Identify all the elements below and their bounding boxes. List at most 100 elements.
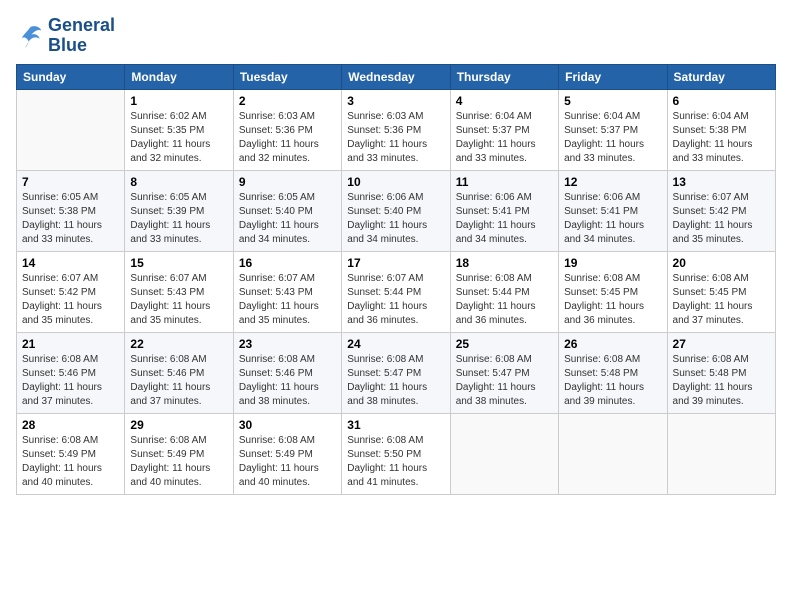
day-info: Sunrise: 6:08 AMSunset: 5:47 PMDaylight:…: [347, 353, 444, 409]
calendar-table: SundayMondayTuesdayWednesdayThursdayFrid…: [16, 64, 776, 495]
day-number: 21: [22, 337, 119, 351]
calendar-cell: 6 Sunrise: 6:04 AMSunset: 5:38 PMDaylight…: [667, 89, 775, 170]
day-info: Sunrise: 6:05 AMSunset: 5:39 PMDaylight:…: [130, 191, 227, 247]
calendar-cell: 31 Sunrise: 6:08 AMSunset: 5:50 PMDayligh…: [342, 413, 450, 494]
day-number: 12: [564, 175, 661, 189]
day-number: 6: [673, 94, 770, 108]
calendar-cell: 1 Sunrise: 6:02 AMSunset: 5:35 PMDaylight…: [125, 89, 233, 170]
calendar-cell: 29 Sunrise: 6:08 AMSunset: 5:49 PMDayligh…: [125, 413, 233, 494]
day-info: Sunrise: 6:07 AMSunset: 5:43 PMDaylight:…: [239, 272, 336, 328]
day-number: 15: [130, 256, 227, 270]
day-number: 18: [456, 256, 553, 270]
weekday-header-thursday: Thursday: [450, 64, 558, 89]
day-number: 1: [130, 94, 227, 108]
day-number: 20: [673, 256, 770, 270]
calendar-cell: [17, 89, 125, 170]
calendar-cell: 22 Sunrise: 6:08 AMSunset: 5:46 PMDayligh…: [125, 332, 233, 413]
calendar-cell: 28 Sunrise: 6:08 AMSunset: 5:49 PMDayligh…: [17, 413, 125, 494]
calendar-week-row: 28 Sunrise: 6:08 AMSunset: 5:49 PMDayligh…: [17, 413, 776, 494]
day-number: 28: [22, 418, 119, 432]
calendar-week-row: 21 Sunrise: 6:08 AMSunset: 5:46 PMDayligh…: [17, 332, 776, 413]
day-info: Sunrise: 6:08 AMSunset: 5:45 PMDaylight:…: [564, 272, 661, 328]
day-number: 2: [239, 94, 336, 108]
day-number: 4: [456, 94, 553, 108]
day-number: 7: [22, 175, 119, 189]
day-number: 31: [347, 418, 444, 432]
day-info: Sunrise: 6:08 AMSunset: 5:48 PMDaylight:…: [673, 353, 770, 409]
day-number: 17: [347, 256, 444, 270]
calendar-cell: [667, 413, 775, 494]
day-number: 9: [239, 175, 336, 189]
weekday-header-wednesday: Wednesday: [342, 64, 450, 89]
day-number: 5: [564, 94, 661, 108]
calendar-cell: 12 Sunrise: 6:06 AMSunset: 5:41 PMDayligh…: [559, 170, 667, 251]
day-info: Sunrise: 6:06 AMSunset: 5:41 PMDaylight:…: [456, 191, 553, 247]
day-number: 11: [456, 175, 553, 189]
day-info: Sunrise: 6:04 AMSunset: 5:38 PMDaylight:…: [673, 110, 770, 166]
calendar-cell: 4 Sunrise: 6:04 AMSunset: 5:37 PMDaylight…: [450, 89, 558, 170]
day-number: 14: [22, 256, 119, 270]
day-info: Sunrise: 6:07 AMSunset: 5:43 PMDaylight:…: [130, 272, 227, 328]
day-info: Sunrise: 6:08 AMSunset: 5:49 PMDaylight:…: [22, 434, 119, 490]
day-info: Sunrise: 6:08 AMSunset: 5:46 PMDaylight:…: [22, 353, 119, 409]
calendar-cell: 26 Sunrise: 6:08 AMSunset: 5:48 PMDayligh…: [559, 332, 667, 413]
calendar-week-row: 1 Sunrise: 6:02 AMSunset: 5:35 PMDaylight…: [17, 89, 776, 170]
calendar-cell: [559, 413, 667, 494]
day-info: Sunrise: 6:03 AMSunset: 5:36 PMDaylight:…: [347, 110, 444, 166]
calendar-cell: 27 Sunrise: 6:08 AMSunset: 5:48 PMDayligh…: [667, 332, 775, 413]
calendar-cell: 15 Sunrise: 6:07 AMSunset: 5:43 PMDayligh…: [125, 251, 233, 332]
weekday-header-row: SundayMondayTuesdayWednesdayThursdayFrid…: [17, 64, 776, 89]
day-info: Sunrise: 6:06 AMSunset: 5:40 PMDaylight:…: [347, 191, 444, 247]
calendar-cell: 5 Sunrise: 6:04 AMSunset: 5:37 PMDaylight…: [559, 89, 667, 170]
day-info: Sunrise: 6:04 AMSunset: 5:37 PMDaylight:…: [456, 110, 553, 166]
day-number: 29: [130, 418, 227, 432]
calendar-cell: 8Sunrise: 6:05 AMSunset: 5:39 PMDaylight…: [125, 170, 233, 251]
day-info: Sunrise: 6:05 AMSunset: 5:40 PMDaylight:…: [239, 191, 336, 247]
weekday-header-sunday: Sunday: [17, 64, 125, 89]
calendar-cell: 30Sunrise: 6:08 AMSunset: 5:49 PMDayligh…: [233, 413, 341, 494]
day-info: Sunrise: 6:02 AMSunset: 5:35 PMDaylight:…: [130, 110, 227, 166]
weekday-header-friday: Friday: [559, 64, 667, 89]
day-info: Sunrise: 6:08 AMSunset: 5:47 PMDaylight:…: [456, 353, 553, 409]
calendar-cell: 25 Sunrise: 6:08 AMSunset: 5:47 PMDayligh…: [450, 332, 558, 413]
day-number: 23: [239, 337, 336, 351]
day-info: Sunrise: 6:08 AMSunset: 5:46 PMDaylight:…: [130, 353, 227, 409]
weekday-header-tuesday: Tuesday: [233, 64, 341, 89]
calendar-cell: 20 Sunrise: 6:08 AMSunset: 5:45 PMDayligh…: [667, 251, 775, 332]
calendar-cell: 7Sunrise: 6:05 AMSunset: 5:38 PMDaylight…: [17, 170, 125, 251]
calendar-cell: 10 Sunrise: 6:06 AMSunset: 5:40 PMDayligh…: [342, 170, 450, 251]
calendar-cell: [450, 413, 558, 494]
day-number: 26: [564, 337, 661, 351]
day-info: Sunrise: 6:08 AMSunset: 5:50 PMDaylight:…: [347, 434, 444, 490]
day-number: 13: [673, 175, 770, 189]
day-info: Sunrise: 6:03 AMSunset: 5:36 PMDaylight:…: [239, 110, 336, 166]
calendar-cell: 24 Sunrise: 6:08 AMSunset: 5:47 PMDayligh…: [342, 332, 450, 413]
day-number: 24: [347, 337, 444, 351]
calendar-cell: 9 Sunrise: 6:05 AMSunset: 5:40 PMDaylight…: [233, 170, 341, 251]
calendar-cell: 16 Sunrise: 6:07 AMSunset: 5:43 PMDayligh…: [233, 251, 341, 332]
calendar-cell: 11 Sunrise: 6:06 AMSunset: 5:41 PMDayligh…: [450, 170, 558, 251]
day-number: 19: [564, 256, 661, 270]
logo-text: General Blue: [48, 16, 115, 56]
calendar-cell: 18Sunrise: 6:08 AMSunset: 5:44 PMDayligh…: [450, 251, 558, 332]
calendar-week-row: 7Sunrise: 6:05 AMSunset: 5:38 PMDaylight…: [17, 170, 776, 251]
day-info: Sunrise: 6:07 AMSunset: 5:42 PMDaylight:…: [22, 272, 119, 328]
logo-icon: [16, 22, 44, 50]
day-info: Sunrise: 6:06 AMSunset: 5:41 PMDaylight:…: [564, 191, 661, 247]
day-info: Sunrise: 6:08 AMSunset: 5:45 PMDaylight:…: [673, 272, 770, 328]
day-number: 22: [130, 337, 227, 351]
weekday-header-saturday: Saturday: [667, 64, 775, 89]
day-info: Sunrise: 6:08 AMSunset: 5:48 PMDaylight:…: [564, 353, 661, 409]
day-number: 25: [456, 337, 553, 351]
day-info: Sunrise: 6:04 AMSunset: 5:37 PMDaylight:…: [564, 110, 661, 166]
day-info: Sunrise: 6:08 AMSunset: 5:49 PMDaylight:…: [130, 434, 227, 490]
calendar-week-row: 14 Sunrise: 6:07 AMSunset: 5:42 PMDayligh…: [17, 251, 776, 332]
calendar-cell: 14 Sunrise: 6:07 AMSunset: 5:42 PMDayligh…: [17, 251, 125, 332]
day-number: 27: [673, 337, 770, 351]
day-info: Sunrise: 6:07 AMSunset: 5:42 PMDaylight:…: [673, 191, 770, 247]
day-info: Sunrise: 6:07 AMSunset: 5:44 PMDaylight:…: [347, 272, 444, 328]
logo: General Blue: [16, 16, 115, 56]
day-number: 10: [347, 175, 444, 189]
day-number: 16: [239, 256, 336, 270]
calendar-cell: 17 Sunrise: 6:07 AMSunset: 5:44 PMDayligh…: [342, 251, 450, 332]
